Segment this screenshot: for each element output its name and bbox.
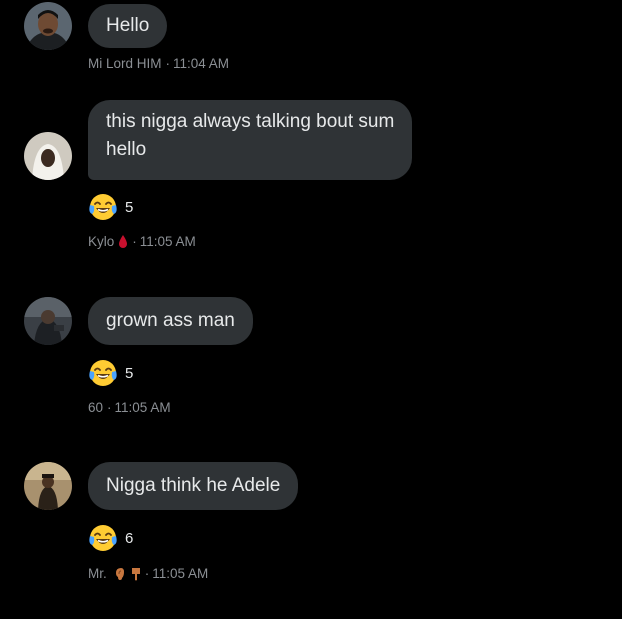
- separator-dot: ·: [144, 566, 150, 581]
- timestamp: 11:05 AM: [114, 400, 171, 415]
- message-meta: Mi Lord HIM · 11:04 AM: [88, 56, 229, 71]
- separator-dot: ·: [132, 234, 137, 249]
- reaction-count: 5: [125, 198, 134, 216]
- sender-name[interactable]: Mr.: [88, 566, 107, 581]
- pointing-down-icon: [131, 567, 141, 581]
- sender-name[interactable]: Kylo: [88, 234, 114, 249]
- reaction[interactable]: 6: [88, 523, 133, 553]
- timestamp: 11:04 AM: [173, 56, 230, 71]
- tears-of-joy-emoji-icon: [89, 360, 117, 386]
- separator-dot: ·: [107, 400, 112, 415]
- avatar[interactable]: [24, 297, 72, 345]
- reaction-count: 6: [125, 529, 134, 547]
- sender-name[interactable]: 60: [88, 400, 103, 415]
- ear-icon: [115, 567, 125, 581]
- timestamp: 11:05 AM: [152, 566, 209, 581]
- message-meta: Kylo · 11:05 AM: [88, 234, 196, 249]
- reaction[interactable]: 5: [88, 192, 133, 222]
- avatar[interactable]: [24, 462, 72, 510]
- message-bubble[interactable]: Hello: [88, 4, 168, 48]
- message-bubble[interactable]: this nigga always talking bout sum hello: [88, 100, 413, 180]
- tears-of-joy-emoji-icon: [89, 525, 117, 551]
- sender-name[interactable]: Mi Lord HIM: [88, 56, 162, 71]
- separator-dot: ·: [165, 56, 171, 71]
- message-bubble[interactable]: grown ass man: [88, 297, 253, 345]
- timestamp: 11:05 AM: [139, 234, 196, 249]
- reaction-count: 5: [125, 364, 134, 382]
- reaction[interactable]: 5: [88, 358, 133, 388]
- blood-drop-icon: [118, 234, 128, 249]
- avatar[interactable]: [24, 132, 72, 180]
- avatar[interactable]: [24, 2, 72, 50]
- message-meta: 60 · 11:05 AM: [88, 400, 171, 415]
- tears-of-joy-emoji-icon: [89, 194, 117, 220]
- message-bubble[interactable]: Nigga think he Adele: [88, 462, 299, 510]
- message-meta: Mr. · 11:05 AM: [88, 566, 208, 581]
